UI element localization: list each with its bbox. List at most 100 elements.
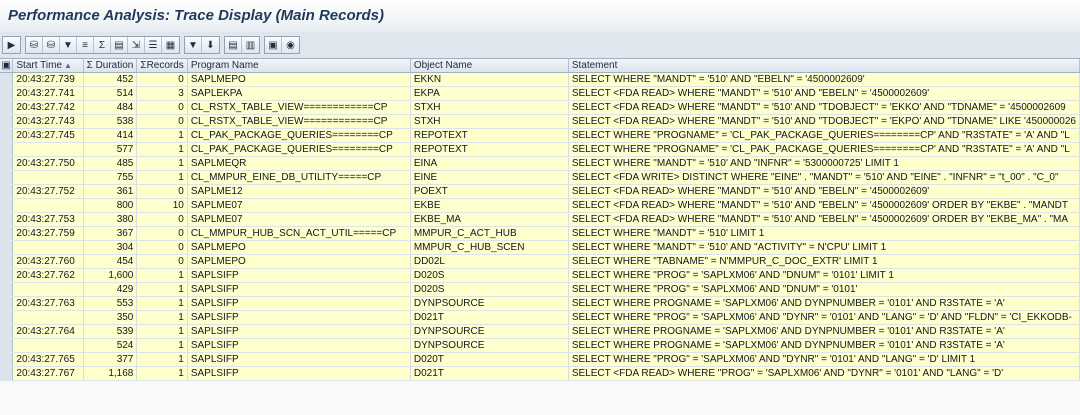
- start-time-cell: 20:43:27.765: [12, 352, 84, 367]
- row-selector[interactable]: [0, 100, 14, 115]
- start-time-cell: 20:43:27.760: [12, 254, 84, 269]
- table-row[interactable]: 20:43:27.760 454 0 SAPLMEPO DD02L SELECT WHER…: [0, 254, 1080, 269]
- row-selector[interactable]: [0, 310, 14, 325]
- row-selector[interactable]: [0, 352, 14, 367]
- table-row[interactable]: 20:43:27.745 414 1 CL_PAK_PACKAGE_QUERIES==…: [0, 128, 1080, 143]
- print-button[interactable]: ▣: [265, 37, 282, 53]
- table-row[interactable]: 577 1 CL_PAK_PACKAGE_QUERIES========CP REPO…: [0, 142, 1080, 157]
- duration-cell: 304: [83, 240, 138, 255]
- records-cell: 3: [136, 86, 188, 101]
- row-selector[interactable]: [0, 282, 14, 297]
- view-button[interactable]: ▦: [162, 37, 179, 53]
- row-selector[interactable]: [0, 212, 14, 227]
- start-time-cell: 20:43:27.752: [12, 184, 84, 199]
- object-cell: DD02L: [410, 254, 569, 269]
- sum-button[interactable]: Σ: [94, 37, 111, 53]
- bottom-button[interactable]: ⬇: [202, 37, 219, 53]
- records-cell: 0: [136, 100, 188, 115]
- row-selector[interactable]: [0, 184, 14, 199]
- table-row[interactable]: 800 10 SAPLME07 EKBE SELECT <FDA READ> WHERE…: [0, 198, 1080, 213]
- table-row[interactable]: 20:43:27.752 361 0 SAPLME12 POEXT SELECT <FDA…: [0, 184, 1080, 199]
- row-selector[interactable]: [0, 338, 14, 353]
- table-row[interactable]: 20:43:27.753 380 0 SAPLME07 EKBE_MA SELECT <F…: [0, 212, 1080, 227]
- table-row[interactable]: 20:43:27.759 367 0 CL_MMPUR_HUB_SCN_ACT_UTI…: [0, 226, 1080, 241]
- program-cell: CL_MMPUR_HUB_SCN_ACT_UTIL=====CP: [187, 226, 411, 241]
- duration-cell: 454: [83, 254, 138, 269]
- toolbar-group: ▶: [2, 36, 21, 54]
- duration-cell: 577: [83, 142, 138, 157]
- table-row[interactable]: 20:43:27.765 377 1 SAPLSIFP D020T SELECT WHER…: [0, 352, 1080, 367]
- program-cell: SAPLSIFP: [187, 338, 411, 353]
- row-selector[interactable]: [0, 198, 14, 213]
- object-cell: EKBE: [410, 198, 569, 213]
- records-cell: 0: [136, 212, 188, 227]
- row-selector[interactable]: [0, 86, 14, 101]
- object-cell: EKPA: [410, 86, 569, 101]
- table-row[interactable]: 20:43:27.750 485 1 SAPLMEQR EINA SELECT WHERE…: [0, 156, 1080, 171]
- column-header-start-time[interactable]: Start Time ▲: [12, 59, 84, 73]
- table-row[interactable]: 20:43:27.763 553 1 SAPLSIFP DYNPSOURCE SELECT…: [0, 296, 1080, 311]
- duration-cell: 377: [83, 352, 138, 367]
- start-time-cell: [12, 310, 84, 325]
- table-row[interactable]: 755 1 CL_MMPUR_EINE_DB_UTILITY=====CP EINE S…: [0, 170, 1080, 185]
- row-selector[interactable]: [0, 324, 14, 339]
- filter-button[interactable]: ▼: [60, 37, 77, 53]
- object-cell: EINA: [410, 156, 569, 171]
- find-next-button[interactable]: ⛁: [43, 37, 60, 53]
- start-time-cell: 20:43:27.750: [12, 156, 84, 171]
- column-header-records[interactable]: ΣRecords: [136, 59, 188, 73]
- layout-button[interactable]: ▤: [111, 37, 128, 53]
- table-row[interactable]: 524 1 SAPLSIFP DYNPSOURCE SELECT WHERE PROGN…: [0, 338, 1080, 353]
- table-row[interactable]: 304 0 SAPLMEPO MMPUR_C_HUB_SCEN SELECT WHERE…: [0, 240, 1080, 255]
- statement-cell: SELECT <FDA READ> WHERE "PROG" = 'SAPLXM…: [568, 366, 1080, 381]
- select-all-icon[interactable]: ▣: [0, 59, 14, 73]
- statement-cell: SELECT WHERE PROGNAME = 'SAPLXM06' AND D…: [568, 338, 1080, 353]
- row-selector[interactable]: [0, 170, 14, 185]
- column-header-duration[interactable]: Σ Duration: [83, 59, 138, 73]
- duration-cell: 414: [83, 128, 138, 143]
- program-cell: SAPLMEPO: [187, 72, 411, 87]
- column-header-statement[interactable]: Statement: [568, 59, 1080, 73]
- column-label: Program Name: [190, 60, 259, 71]
- records-cell: 1: [136, 296, 188, 311]
- row-selector[interactable]: [0, 296, 14, 311]
- execute-icon: ▶: [7, 39, 16, 51]
- table-row[interactable]: 20:43:27.743 538 0 CL_RSTX_TABLE_VIEW======…: [0, 114, 1080, 129]
- row-selector[interactable]: [0, 114, 14, 129]
- table-row[interactable]: 20:43:27.762 1,600 1 SAPLSIFP D020S SELECT WH…: [0, 268, 1080, 283]
- bottom-icon: ⬇: [206, 39, 215, 51]
- row-selector[interactable]: [0, 226, 14, 241]
- table-row[interactable]: 429 1 SAPLSIFP D020S SELECT WHERE "PROG" = '…: [0, 282, 1080, 297]
- table-row[interactable]: 350 1 SAPLSIFP D021T SELECT WHERE "PROG" = '…: [0, 310, 1080, 325]
- info-button[interactable]: ◉: [282, 37, 299, 53]
- object-cell: EKKN: [410, 72, 569, 87]
- explain-button[interactable]: ▤: [225, 37, 242, 53]
- table-row[interactable]: 20:43:27.767 1,168 1 SAPLSIFP D021T SELECT <F…: [0, 366, 1080, 381]
- table-row[interactable]: 20:43:27.739 452 0 SAPLMEPO EKKN SELECT WHERE…: [0, 72, 1080, 87]
- row-selector[interactable]: [0, 254, 14, 269]
- table-row[interactable]: 20:43:27.764 539 1 SAPLSIFP DYNPSOURCE SELECT…: [0, 324, 1080, 339]
- column-header-program[interactable]: Program Name: [187, 59, 411, 73]
- row-selector[interactable]: [0, 240, 14, 255]
- abap-button[interactable]: ▥: [242, 37, 259, 53]
- duration-cell: 484: [83, 100, 138, 115]
- details-button[interactable]: ☰: [145, 37, 162, 53]
- row-selector[interactable]: [0, 156, 14, 171]
- row-selector[interactable]: [0, 72, 14, 87]
- table-row[interactable]: 20:43:27.741 514 3 SAPLEKPA EKPA SELECT <FDA …: [0, 86, 1080, 101]
- export-button[interactable]: ⇲: [128, 37, 145, 53]
- row-selector[interactable]: [0, 268, 14, 283]
- row-selector[interactable]: [0, 128, 14, 143]
- row-selector[interactable]: [0, 142, 14, 157]
- sort-button[interactable]: ≡: [77, 37, 94, 53]
- find-button[interactable]: ⛁: [26, 37, 43, 53]
- start-time-cell: [12, 198, 84, 213]
- statement-cell: SELECT WHERE "TABNAME" = N'MMPUR_C_DOC_E…: [568, 254, 1080, 269]
- table-row[interactable]: 20:43:27.742 484 0 CL_RSTX_TABLE_VIEW======…: [0, 100, 1080, 115]
- down-button[interactable]: ▼: [185, 37, 202, 53]
- row-selector[interactable]: [0, 366, 14, 381]
- execute-button[interactable]: ▶: [3, 37, 20, 53]
- object-cell: D021T: [410, 310, 569, 325]
- sum-icon: Σ: [98, 39, 106, 51]
- column-header-object[interactable]: Object Name: [410, 59, 569, 73]
